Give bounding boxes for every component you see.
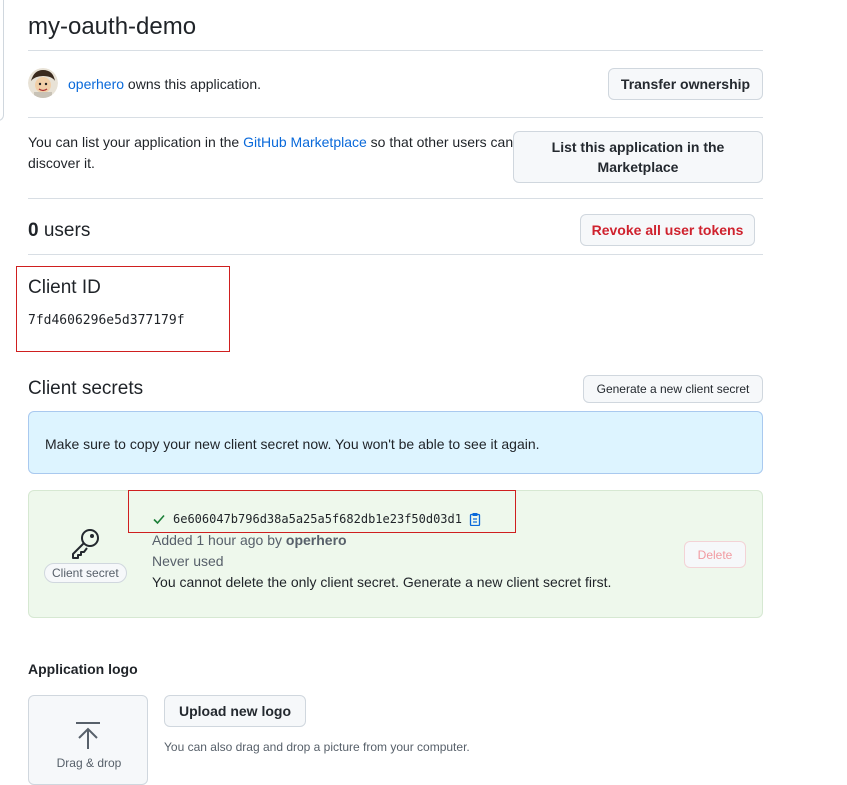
secret-added-info: Added 1 hour ago by operhero: [152, 531, 347, 549]
client-secrets-heading: Client secrets: [28, 378, 144, 399]
avatar[interactable]: [28, 68, 58, 98]
marketplace-text-before: You can list your application in the: [28, 134, 244, 150]
owner-link[interactable]: operhero: [68, 76, 124, 92]
divider: [28, 254, 763, 255]
owner-text: operhero owns this application.: [68, 75, 261, 93]
highlight-box: [128, 490, 516, 533]
sidebar-edge: [0, 0, 4, 121]
user-count-number: 0: [28, 220, 39, 241]
revoke-tokens-button[interactable]: Revoke all user tokens: [580, 214, 755, 246]
added-by: operhero: [285, 532, 347, 548]
copy-secret-notice: Make sure to copy your new client secret…: [28, 411, 763, 474]
divider: [28, 198, 763, 199]
key-icon: [69, 526, 103, 560]
delete-secret-button[interactable]: Delete: [684, 541, 746, 568]
owner-suffix: owns this application.: [124, 76, 262, 92]
secret-delete-warning: You cannot delete the only client secret…: [152, 574, 612, 590]
marketplace-description: You can list your application in the Git…: [28, 132, 520, 174]
client-id-heading: Client ID: [28, 277, 101, 298]
secret-usage: Never used: [152, 553, 224, 569]
user-count: 0 users: [28, 219, 90, 243]
divider: [28, 117, 763, 118]
client-secret-badge: Client secret: [44, 563, 127, 583]
upload-logo-button[interactable]: Upload new logo: [164, 695, 306, 727]
client-id-value[interactable]: 7fd4606296e5d377179f: [28, 312, 185, 330]
marketplace-link[interactable]: GitHub Marketplace: [243, 134, 367, 150]
upload-arrow-icon: [74, 721, 102, 751]
app-logo-heading: Application logo: [28, 661, 138, 677]
page-title: my-oauth-demo: [28, 13, 197, 40]
user-count-label: users: [38, 220, 91, 241]
notice-text: Make sure to copy your new client secret…: [45, 436, 540, 452]
upload-hint: You can also drag and drop a picture fro…: [164, 740, 470, 754]
generate-secret-button[interactable]: Generate a new client secret: [583, 375, 763, 403]
divider: [28, 50, 763, 51]
logo-dropzone[interactable]: Drag & drop: [28, 695, 148, 785]
transfer-ownership-button[interactable]: Transfer ownership: [608, 68, 763, 100]
dropzone-label: Drag & drop: [56, 756, 122, 770]
list-marketplace-button[interactable]: List this application in the Marketplace: [513, 131, 763, 183]
added-prefix: Added 1 hour ago by: [152, 532, 286, 548]
